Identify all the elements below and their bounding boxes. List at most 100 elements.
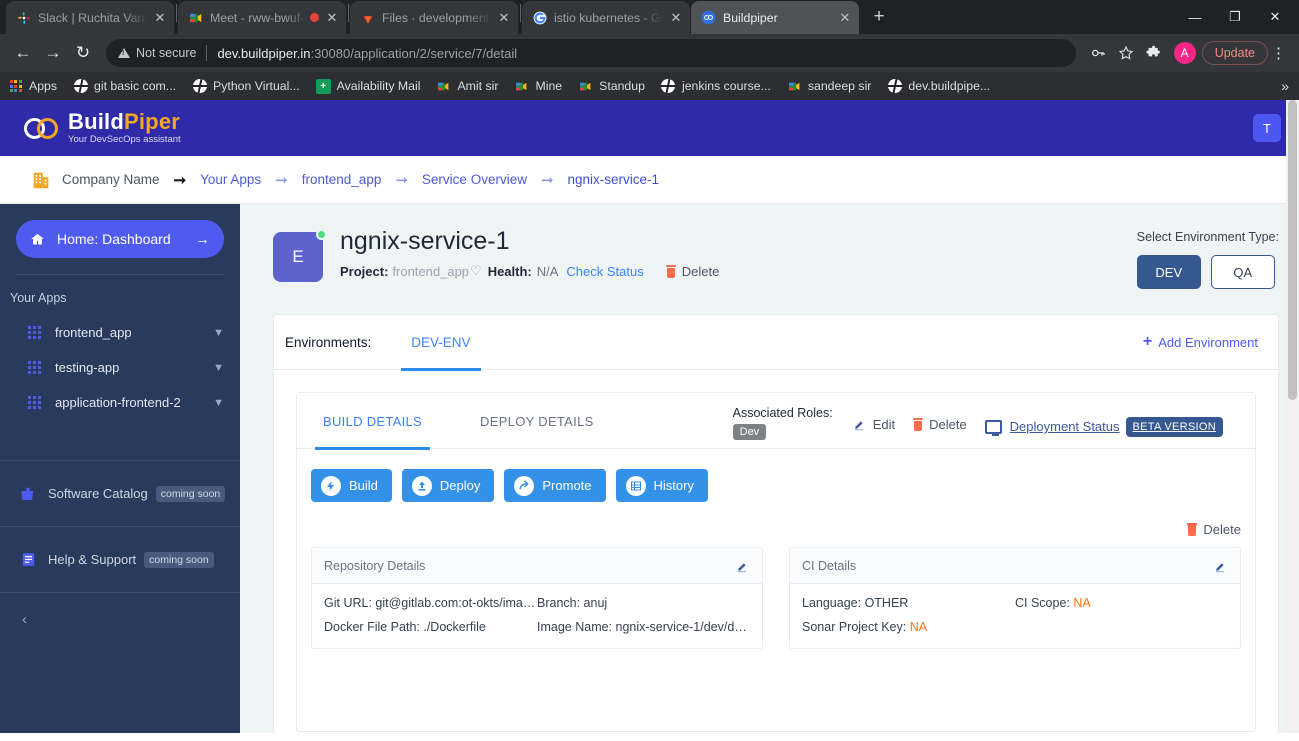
sidebar-item-home-dashboard[interactable]: Home: Dashboard → [16,220,224,258]
page-scrollbar[interactable] [1286,100,1299,733]
sidebar: Home: Dashboard → Your Apps frontend_app… [0,204,240,733]
build-button[interactable]: Build [311,469,392,502]
deploy-button[interactable]: Deploy [402,469,494,502]
tab-dev-env[interactable]: DEV-ENV [401,317,480,371]
back-icon[interactable]: ← [8,38,38,68]
bookmarks-overflow-icon[interactable]: » [1281,78,1291,94]
forward-icon[interactable]: → [38,38,68,68]
new-tab-button[interactable]: + [865,3,893,31]
edit-ci-icon[interactable] [1214,559,1228,573]
browser-tab-meet[interactable]: Meet - rww-bwuf-cff ✕ [178,1,346,34]
sidebar-item-testing-app[interactable]: testing-app ▼ [0,350,240,385]
profile-avatar[interactable]: A [1174,42,1196,64]
grid-icon [28,361,41,374]
bookmark-amit-sir[interactable]: Amit sir [436,79,498,94]
extensions-icon[interactable] [1140,39,1168,67]
bookmark-python-virtual[interactable]: Python Virtual... [192,79,300,94]
close-icon[interactable]: ✕ [496,10,512,26]
sidebar-home-label: Home: Dashboard [57,231,171,247]
tab-divider [176,4,177,22]
user-avatar[interactable]: T [1253,114,1281,142]
bookmark-jenkins-course[interactable]: jenkins course... [661,79,771,94]
sidebar-item-frontend-app[interactable]: frontend_app ▼ [0,315,240,350]
language-value: OTHER [865,596,909,610]
repository-details-header: Repository Details [312,548,762,584]
star-icon[interactable] [1112,39,1140,67]
close-icon[interactable]: ✕ [152,10,168,26]
deployment-status-button[interactable]: Deployment Status BETA VERSION [985,417,1223,437]
trash-icon [913,418,923,431]
table-icon [626,476,646,496]
tab-divider [348,4,349,22]
env-type-dev-button[interactable]: DEV [1137,255,1201,289]
security-indicator[interactable]: Not secure [118,46,196,60]
associated-roles: Associated Roles: Dev [733,406,833,440]
app-tagline: Your DevSecOps assistant [68,135,181,145]
edit-repository-icon[interactable] [736,559,750,573]
bookmark-sandeep-sir[interactable]: sandeep sir [787,79,872,94]
add-environment-button[interactable]: + Add Environment [1143,333,1258,351]
close-icon[interactable]: ✕ [668,10,684,26]
environments-card: Environments: DEV-ENV + Add Environment … [273,314,1279,733]
pencil-icon [853,417,867,431]
chevron-down-icon[interactable]: ▼ [213,397,224,409]
browser-tab-gitlab[interactable]: Files · development · ot... ✕ [350,1,518,34]
sidebar-item-software-catalog[interactable]: Software Catalog coming soon [0,460,240,526]
history-button[interactable]: History [616,469,708,502]
browser-tab-google[interactable]: istio kubernetes - Goog... ✕ [522,1,690,34]
chevron-down-icon[interactable]: ▼ [213,362,224,374]
close-icon[interactable]: ✕ [324,10,340,26]
card-delete-row: Delete [297,502,1255,537]
close-icon[interactable]: ✕ [837,10,853,26]
browser-tab-buildpiper[interactable]: Buildpiper ✕ [691,1,859,34]
sidebar-item-label: Help & Support [48,552,136,567]
sidebar-collapse-button[interactable]: ‹ [0,592,240,733]
edit-button[interactable]: Edit [853,417,895,432]
breadcrumb-arrow-icon: ➞ [395,171,408,189]
bookmark-dev-buildpiper[interactable]: dev.buildpipe... [887,79,990,94]
health-value: N/A [537,264,559,279]
sonar-value: NA [910,620,927,634]
check-status-link[interactable]: Check Status [566,264,643,279]
bookmark-standup[interactable]: Standup [578,79,645,94]
breadcrumb-frontend-app[interactable]: frontend_app [302,172,382,187]
browser-menu-icon[interactable]: ⋮ [1268,44,1291,62]
sonar-label: Sonar Project Key: [802,620,910,634]
ci-row: Sonar Project Key: NA [802,620,1228,634]
tab-deploy-details[interactable]: DEPLOY DETAILS [472,395,602,450]
bookmark-apps[interactable]: Apps [8,79,57,94]
update-button[interactable]: Update [1202,41,1268,65]
sidebar-item-help-support[interactable]: Help & Support coming soon [0,526,240,592]
environments-tab-bar: Environments: DEV-ENV + Add Environment [274,315,1278,370]
window-close-icon[interactable]: ✕ [1255,1,1295,33]
globe-icon [887,79,902,94]
delete-role-button[interactable]: Delete [913,417,967,432]
env-type-qa-button[interactable]: QA [1211,255,1275,289]
promote-button[interactable]: Promote [504,469,605,502]
delete-build-button[interactable]: Delete [1187,522,1241,537]
reload-icon[interactable]: ↻ [68,38,98,68]
key-icon[interactable] [1084,39,1112,67]
gitlab-icon [360,10,375,25]
browser-tab-slack[interactable]: Slack | Ruchita Varma | ot... ✕ [6,1,174,34]
scrollbar-thumb[interactable] [1288,100,1297,400]
bookmark-mine[interactable]: Mine [514,79,562,94]
sidebar-item-application-frontend-2[interactable]: application-frontend-2 ▼ [0,385,240,420]
repository-row: Git URL: git@gitlab.com:ot-okts/images/o… [324,596,750,610]
breadcrumb-your-apps[interactable]: Your Apps [200,172,261,187]
maximize-icon[interactable]: ❐ [1215,1,1255,33]
chevron-down-icon[interactable]: ▼ [213,327,224,339]
minimize-icon[interactable]: — [1175,1,1215,33]
bookmark-git-basic[interactable]: git basic com... [73,79,176,94]
document-icon [18,550,38,570]
security-label: Not secure [136,46,196,60]
breadcrumb-service-overview[interactable]: Service Overview [422,172,527,187]
address-bar[interactable]: Not secure dev.buildpiper.in :30080/appl… [106,39,1076,67]
tab-build-details[interactable]: BUILD DETAILS [315,395,430,450]
bookmark-availability-mail[interactable]: + Availability Mail [316,79,421,94]
slack-icon [16,10,31,25]
project-value: frontend_app [392,264,469,279]
heart-icon[interactable]: ♡ [470,263,482,279]
meet-icon [436,79,451,94]
delete-service-button[interactable]: Delete [666,264,720,279]
